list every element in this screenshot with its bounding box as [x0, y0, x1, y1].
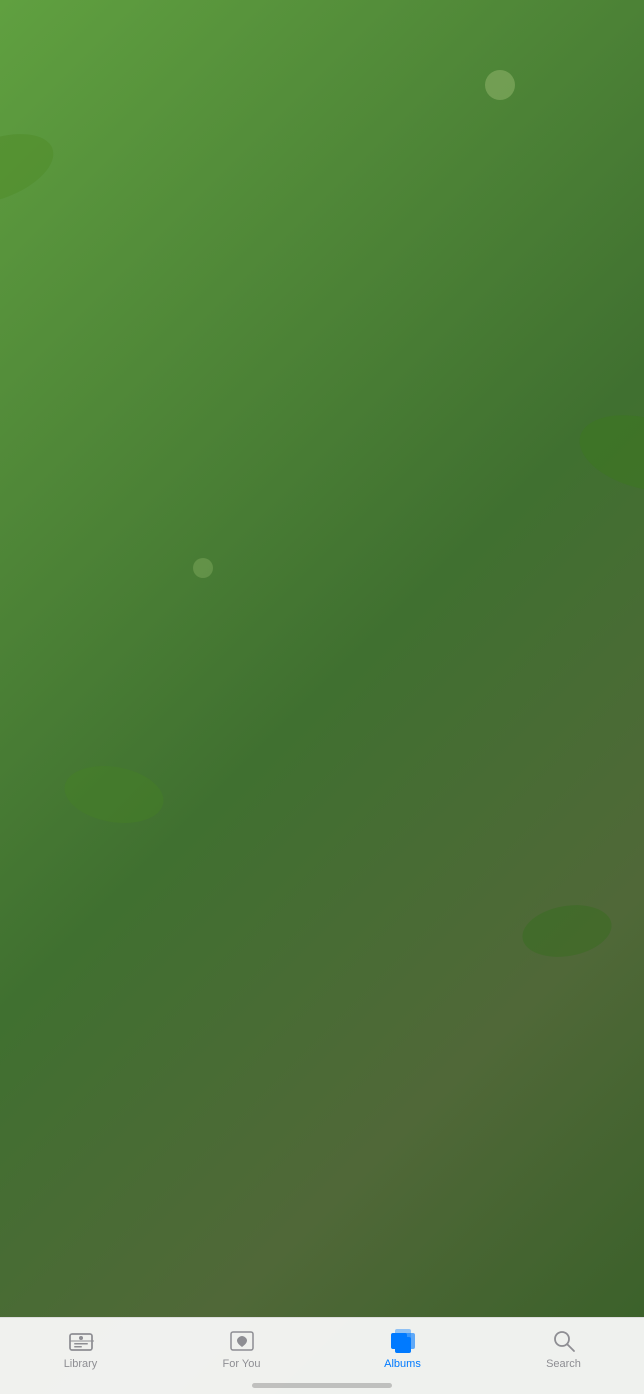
- shared-albums-row: [0, 792, 644, 992]
- tab-search[interactable]: Search: [524, 1328, 604, 1370]
- tab-albums-label: Albums: [384, 1358, 421, 1370]
- shared-album-2-thumb: [238, 792, 438, 992]
- tab-for-you-label: For You: [223, 1358, 261, 1370]
- tab-search-label: Search: [546, 1358, 581, 1370]
- tab-library-label: Library: [64, 1358, 98, 1370]
- library-icon: [68, 1328, 94, 1354]
- tab-for-you[interactable]: For You: [202, 1328, 282, 1370]
- search-icon: [551, 1328, 577, 1354]
- tab-library[interactable]: Library: [41, 1328, 121, 1370]
- for-you-icon: [229, 1328, 255, 1354]
- home-indicator: [252, 1383, 392, 1388]
- tab-albums[interactable]: Albums: [363, 1328, 443, 1370]
- albums-icon: [390, 1328, 416, 1354]
- shared-album-2[interactable]: [238, 792, 438, 992]
- shared-albums-section: Shared Albums See All: [0, 736, 644, 992]
